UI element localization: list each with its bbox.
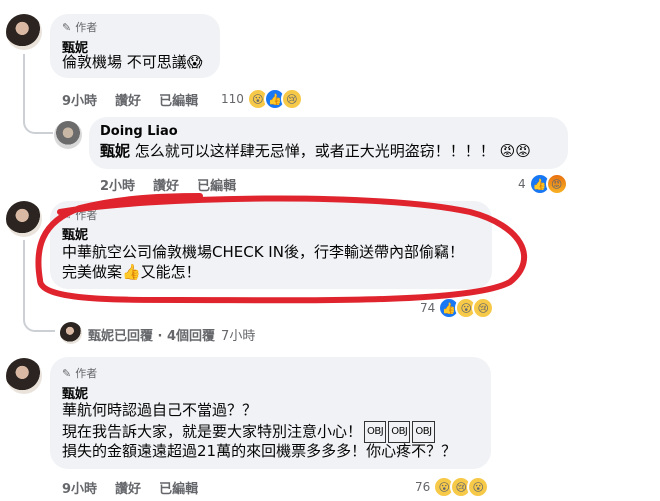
comment-text-line: 損失的金額遠遠超過21萬的來回機票多多多！你心疼不？？ <box>62 442 457 460</box>
pencil-icon: ✎ <box>62 208 72 222</box>
comment-actions: 9小時 讚好 已編輯 <box>62 90 198 109</box>
view-replies-link[interactable]: 甄妮已回覆 · 4個回覆 7小時 <box>88 325 255 344</box>
reaction-summary[interactable]: 4 👍 😡 <box>518 173 568 195</box>
reaction-count: 74 <box>420 301 436 315</box>
author-badge: ✎ 作者 <box>62 19 97 35</box>
author-badge: ✎ 作者 <box>62 365 97 381</box>
comment-time[interactable]: 9小時 <box>62 478 97 497</box>
reply-connector <box>23 300 55 332</box>
author-badge-label: 作者 <box>75 21 98 34</box>
like-button[interactable]: 讚好 <box>115 90 141 109</box>
comment-body: 怎么就可以这样肆无忌惮，或者正大光明盗窃！！！！ <box>134 142 495 160</box>
pencil-icon: ✎ <box>62 20 72 34</box>
comment-author-name[interactable]: 甄妮 <box>62 224 88 243</box>
reply-connector <box>23 100 53 134</box>
avatar[interactable] <box>6 14 42 50</box>
comment-text-line: 現在我告訴大家，就是要大家特別注意小心！ OBJ OBJ OBJ <box>62 421 435 443</box>
stamp-label: OBJ <box>412 421 435 443</box>
edited-label[interactable]: 已編輯 <box>159 90 198 109</box>
comment-text-segment: 現在我告訴大家，就是要大家特別注意小心！ <box>62 422 363 441</box>
comment-actions: 9小時 讚好 已編輯 <box>62 478 198 497</box>
comment-time[interactable]: 2小時 <box>100 175 135 194</box>
angry-emoji-icon: 😡😡 <box>499 142 531 160</box>
replies-time: 7小時 <box>221 329 256 344</box>
reaction-count: 110 <box>221 92 244 106</box>
avatar[interactable] <box>6 358 42 394</box>
author-badge-label: 作者 <box>75 367 98 380</box>
comment-time[interactable]: 9小時 <box>62 90 97 109</box>
reaction-summary[interactable]: 74 👍 😮 😢 <box>420 297 495 319</box>
comment-text-line: 完美做案👍又能怎！ <box>62 263 201 281</box>
reaction-count: 4 <box>518 177 526 191</box>
edited-label[interactable]: 已編輯 <box>159 478 198 497</box>
sad-reaction-icon: 😢 <box>280 88 303 110</box>
comment-actions: 2小時 讚好 已編輯 <box>100 175 236 194</box>
wow-reaction-icon: 😮 <box>467 476 490 498</box>
comment-author-name[interactable]: Doing Liao <box>100 124 178 139</box>
comment-text: 倫敦機場 不可思議😱 <box>62 53 203 71</box>
like-button[interactable]: 讚好 <box>153 175 179 194</box>
comment-text-line: 華航何時認過自己不當過？？ <box>62 401 258 419</box>
comment-text-line: 中華航空公司倫敦機場CHECK IN後，行李輸送帶內部偷竊！ <box>62 243 464 261</box>
avatar[interactable] <box>6 201 42 237</box>
stamp-label: OBJ <box>364 421 387 443</box>
replies-summary[interactable]: 甄妮已回覆 · 4個回覆 <box>88 325 215 344</box>
angry-reaction-icon: 😡 <box>545 173 568 195</box>
avatar[interactable] <box>54 121 82 149</box>
author-badge-label: 作者 <box>75 209 98 222</box>
avatar[interactable] <box>60 322 82 344</box>
sad-reaction-icon: 😢 <box>472 297 495 319</box>
reaction-summary[interactable]: 76 😮 😢 😮 <box>415 476 490 498</box>
like-button[interactable]: 讚好 <box>115 478 141 497</box>
stamp-label: OBJ <box>388 421 411 443</box>
author-badge: ✎ 作者 <box>62 207 97 223</box>
comment-text: 甄妮 怎么就可以这样肆无忌惮，或者正大光明盗窃！！！！ 😡😡 <box>100 141 531 161</box>
reaction-summary[interactable]: 110 😮 👍 😢 <box>221 88 303 110</box>
reaction-count: 76 <box>415 480 431 494</box>
edited-label[interactable]: 已編輯 <box>197 175 236 194</box>
pencil-icon: ✎ <box>62 366 72 380</box>
mention-link[interactable]: 甄妮 <box>100 142 130 160</box>
